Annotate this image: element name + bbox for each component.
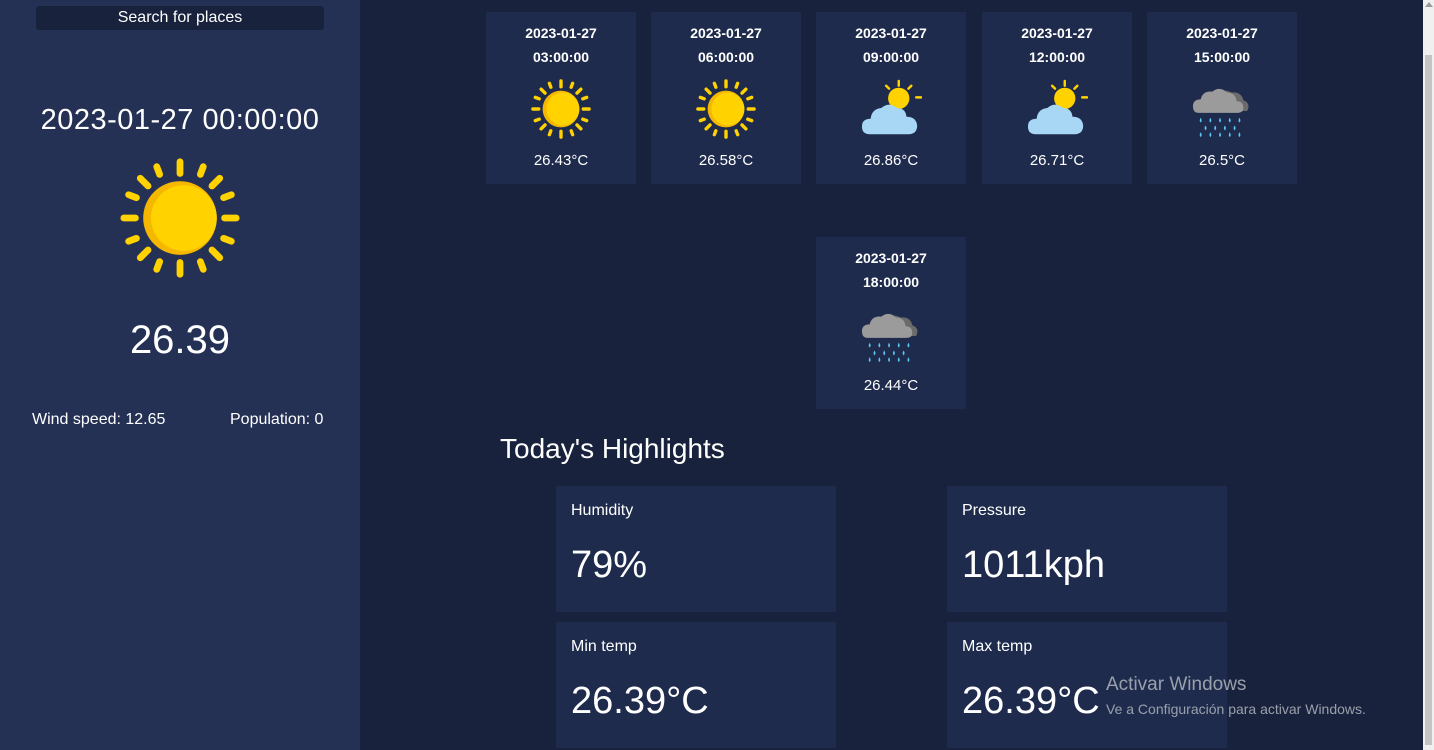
sun-icon bbox=[530, 78, 592, 140]
forecast-card: 2023-01-27 03:00:00 26.43°C bbox=[486, 12, 636, 184]
rain-cloud-icon bbox=[860, 303, 922, 365]
partly-cloudy-icon bbox=[860, 78, 922, 140]
forecast-temp: 26.5°C bbox=[1198, 152, 1246, 169]
forecast-card: 2023-01-27 09:00:00 26.86°C bbox=[816, 12, 966, 184]
current-datetime: 2023-01-27 00:00:00 bbox=[40, 104, 320, 136]
highlights-title: Today's Highlights bbox=[500, 433, 725, 464]
forecast-time: 18:00:00 bbox=[862, 274, 920, 290]
forecast-date: 2023-01-27 bbox=[525, 25, 597, 41]
sun-icon bbox=[695, 78, 757, 140]
forecast-card: 2023-01-27 15:00:00 26.5°C bbox=[1147, 12, 1297, 184]
partly-cloudy-icon bbox=[1026, 78, 1088, 140]
forecast-time: 15:00:00 bbox=[1193, 49, 1251, 65]
max-temp-label: Max temp bbox=[962, 638, 1033, 655]
min-temp-label: Min temp bbox=[571, 638, 637, 655]
rain-cloud-icon bbox=[1191, 78, 1253, 140]
sidebar: Search for places 2023-01-27 00:00:00 26… bbox=[0, 0, 360, 750]
population: Population: 0 bbox=[230, 411, 324, 428]
pressure-label: Pressure bbox=[962, 502, 1027, 519]
forecast-date: 2023-01-27 bbox=[855, 25, 927, 41]
activation-subtitle: Ve a Configuración para activar Windows. bbox=[1106, 701, 1366, 717]
forecast-time: 06:00:00 bbox=[697, 49, 755, 65]
wind-speed: Wind speed: 12.65 bbox=[32, 411, 166, 428]
forecast-temp: 26.58°C bbox=[698, 152, 754, 169]
forecast-date: 2023-01-27 bbox=[1186, 25, 1258, 41]
humidity-label: Humidity bbox=[571, 502, 634, 519]
min-temp-card: Min temp 26.39°C bbox=[556, 622, 836, 748]
forecast-date: 2023-01-27 bbox=[690, 25, 762, 41]
forecast-temp: 26.44°C bbox=[863, 377, 919, 394]
humidity-card: Humidity 79% bbox=[556, 486, 836, 612]
current-temperature: 26.39 bbox=[129, 318, 231, 362]
max-temp-value: 26.39°C bbox=[962, 680, 1100, 722]
min-temp-value: 26.39°C bbox=[571, 680, 709, 722]
scrollbar-thumb[interactable] bbox=[1425, 55, 1432, 745]
forecast-temp: 26.71°C bbox=[1029, 152, 1085, 169]
forecast-card: 2023-01-27 12:00:00 26.71°C bbox=[982, 12, 1132, 184]
pressure-card: Pressure 1011kph bbox=[947, 486, 1227, 612]
scroll-up-arrow-icon[interactable] bbox=[1425, 2, 1433, 7]
windows-activation-watermark: Activar Windows Ve a Configuración para … bbox=[1106, 674, 1366, 717]
activation-title: Activar Windows bbox=[1106, 674, 1247, 695]
forecast-card: 2023-01-27 06:00:00 26.58°C bbox=[651, 12, 801, 184]
humidity-value: 79% bbox=[571, 544, 648, 586]
forecast-time: 03:00:00 bbox=[532, 49, 590, 65]
forecast-date: 2023-01-27 bbox=[1021, 25, 1093, 41]
forecast-date: 2023-01-27 bbox=[855, 250, 927, 266]
forecast-card: 2023-01-27 18:00:00 26.44°C bbox=[816, 237, 966, 409]
vertical-scrollbar[interactable] bbox=[1423, 0, 1434, 750]
forecast-time: 12:00:00 bbox=[1028, 49, 1086, 65]
search-places-button[interactable]: Search for places bbox=[36, 6, 324, 30]
forecast-temp: 26.86°C bbox=[863, 152, 919, 169]
forecast-temp: 26.43°C bbox=[533, 152, 589, 169]
sun-icon bbox=[118, 156, 242, 280]
pressure-value: 1011kph bbox=[962, 544, 1105, 586]
forecast-time: 09:00:00 bbox=[862, 49, 920, 65]
